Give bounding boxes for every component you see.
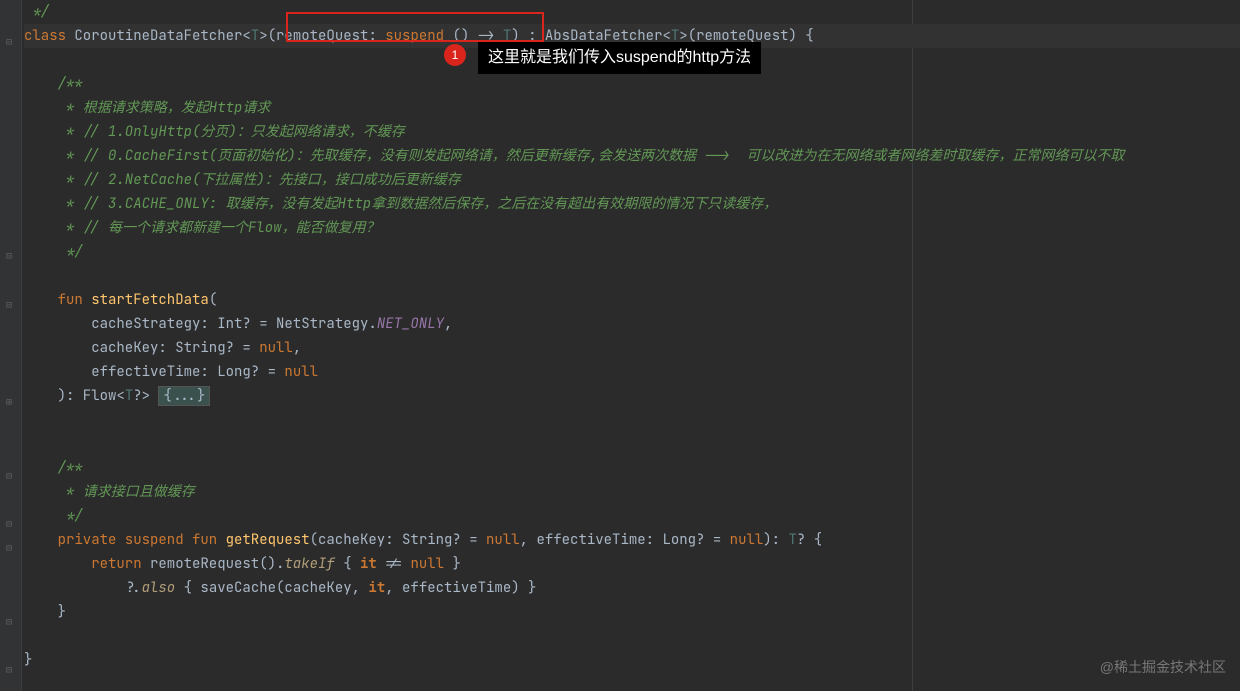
code-text: , effectiveTime) } bbox=[385, 579, 536, 597]
code-text: * // 3.CACHE_ONLY: 取缓存，没有发起Http拿到数据然后保存，… bbox=[24, 195, 777, 213]
code-text: ? = bbox=[226, 339, 260, 357]
code-text: takeIf bbox=[284, 555, 334, 573]
code-text: ? = bbox=[251, 363, 285, 381]
annotation-badge: 1 bbox=[444, 44, 466, 66]
code-text: it bbox=[368, 579, 385, 597]
code-text: T bbox=[251, 27, 259, 45]
code-text: Int bbox=[217, 315, 242, 333]
code-text: ? { bbox=[797, 531, 822, 549]
code-text: return bbox=[24, 555, 150, 573]
code-text: null bbox=[486, 531, 520, 549]
watermark: @稀土掘金技术社区 bbox=[1100, 655, 1226, 679]
code-text: ): Flow< bbox=[24, 387, 125, 405]
code-text: { saveCache(cacheKey, bbox=[175, 579, 368, 597]
code-text: it bbox=[360, 555, 377, 573]
code-text: } bbox=[444, 555, 461, 573]
code-text: also bbox=[142, 579, 176, 597]
code-text: */ bbox=[24, 243, 83, 261]
code-text: != bbox=[377, 555, 411, 573]
code-text: /** bbox=[24, 75, 83, 93]
code-text: CoroutineDataFetcher bbox=[74, 27, 242, 45]
code-text: { bbox=[335, 555, 360, 573]
code-text: } bbox=[24, 603, 66, 621]
code-text: , bbox=[293, 339, 301, 357]
code-text: ?. bbox=[24, 579, 142, 597]
code-text: cacheStrategy: bbox=[24, 315, 217, 333]
folded-block[interactable]: {...} bbox=[158, 386, 210, 406]
annotation-tooltip: 这里就是我们传入suspend的http方法 bbox=[478, 42, 761, 74]
code-text: startFetchData bbox=[91, 291, 209, 309]
code-text: > bbox=[259, 27, 267, 45]
code-text: , effectiveTime: bbox=[520, 531, 663, 549]
code-text: getRequest bbox=[226, 531, 310, 549]
code-text: ? = bbox=[452, 531, 486, 549]
code-text: effectiveTime: bbox=[24, 363, 217, 381]
code-text: null bbox=[284, 363, 318, 381]
code-text: * // 0.CacheFirst(页面初始化)：先取缓存，没有则发起网络请，然… bbox=[24, 147, 1124, 165]
code-text: * 根据请求策略，发起Http请求 bbox=[24, 99, 270, 117]
code-text: } bbox=[24, 651, 32, 669]
code-text: ?> bbox=[133, 387, 158, 405]
code-text: * 请求接口且做缓存 bbox=[24, 483, 195, 501]
code-text: */ bbox=[24, 3, 49, 21]
code-text: * // 1.OnlyHttp(分页)：只发起网络请求，不缓存 bbox=[24, 123, 405, 141]
code-text: cacheKey: bbox=[24, 339, 175, 357]
code-text: null bbox=[410, 555, 444, 573]
code-text: NET_ONLY bbox=[377, 315, 444, 333]
code-text: ( bbox=[268, 27, 276, 45]
code-text: String bbox=[175, 339, 225, 357]
code-text: /** bbox=[24, 459, 83, 477]
code-text: < bbox=[242, 27, 250, 45]
code-text: , bbox=[444, 315, 452, 333]
code-text: suspend bbox=[385, 27, 444, 45]
code-text: : bbox=[368, 27, 385, 45]
code-text: ? = NetStrategy. bbox=[242, 315, 376, 333]
code-text: (cacheKey: bbox=[310, 531, 402, 549]
code-text: remoteQuest bbox=[276, 27, 368, 45]
code-text: fun bbox=[24, 291, 91, 309]
code-text: null bbox=[730, 531, 764, 549]
code-text: class bbox=[24, 27, 74, 45]
code-text: * // 每一个请求都新建一个Flow，能否做复用？ bbox=[24, 219, 380, 237]
code-text: remoteRequest(). bbox=[150, 555, 284, 573]
code-text: private suspend fun bbox=[24, 531, 226, 549]
code-text: null bbox=[259, 339, 293, 357]
code-text: T bbox=[788, 531, 796, 549]
code-text: String bbox=[402, 531, 452, 549]
code-text: T bbox=[125, 387, 133, 405]
code-editor[interactable]: */ class CoroutineDataFetcher<T>(remoteQ… bbox=[0, 0, 1240, 672]
code-text: Long bbox=[217, 363, 251, 381]
code-text: Long bbox=[662, 531, 696, 549]
code-text: ): bbox=[763, 531, 788, 549]
code-text: * // 2.NetCache(下拉属性)：先接口，接口成功后更新缓存 bbox=[24, 171, 461, 189]
code-text: */ bbox=[24, 507, 83, 525]
code-text: ? = bbox=[696, 531, 730, 549]
code-text: ( bbox=[209, 291, 217, 309]
